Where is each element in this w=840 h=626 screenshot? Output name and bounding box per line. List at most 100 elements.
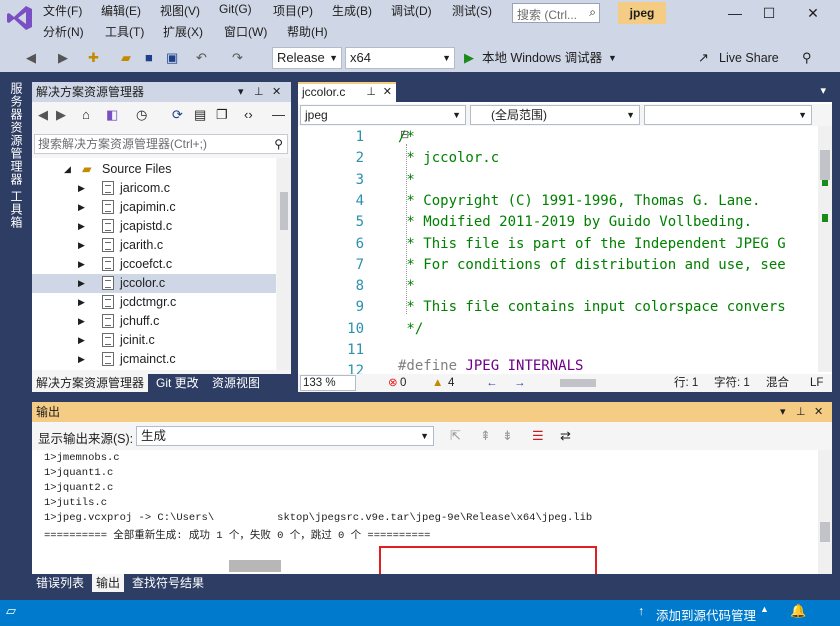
close-button[interactable]: ✕ — [798, 2, 828, 24]
solution-tree-scrollbar[interactable] — [277, 158, 291, 370]
back-icon[interactable]: ◀ — [26, 48, 36, 68]
collapsed-arrow-icon[interactable]: ▶ — [78, 331, 85, 350]
word-wrap-icon[interactable]: ⇄ — [560, 428, 571, 444]
error-icon[interactable]: ⊗ — [388, 374, 398, 392]
preview-icon[interactable]: ‹› — [244, 107, 253, 122]
run-debugger-button[interactable]: 本地 Windows 调试器 — [482, 48, 602, 68]
tab-overflow-icon[interactable]: ▾ — [820, 84, 826, 97]
menu-git[interactable]: Git(G) — [219, 2, 252, 16]
output-scrollbar[interactable] — [818, 450, 832, 574]
collapsed-arrow-icon[interactable]: ▶ — [78, 179, 85, 198]
tree-file-item[interactable]: ▶ jcarith.c — [32, 236, 276, 255]
find-message-icon[interactable]: ⇱ — [450, 428, 461, 444]
collapsed-arrow-icon[interactable]: ▶ — [78, 274, 85, 293]
collapsed-arrow-icon[interactable]: ▶ — [78, 312, 85, 331]
menu-window[interactable]: 窗口(W) — [224, 23, 267, 40]
tree-file-item[interactable]: ▶ jcdctmgr.c — [32, 293, 276, 312]
search-input[interactable]: 搜索 (Ctrl... ⌕ — [512, 3, 600, 23]
line-ending[interactable]: LF — [810, 374, 823, 392]
platform-select[interactable]: x64 ▼ — [345, 47, 455, 69]
zoom-select[interactable]: 133 % — [300, 375, 356, 391]
collapse-all-icon[interactable]: ▤ — [194, 107, 206, 123]
solution-search-input[interactable]: 搜索解决方案资源管理器(Ctrl+;) ⚲ — [34, 134, 288, 154]
tab-resource-view[interactable]: 资源视图 — [208, 374, 264, 392]
properties-icon[interactable]: ― — [272, 107, 285, 122]
code-text[interactable]: #define JPEG_INTERNALS /* * jccolor.c * … — [398, 128, 814, 372]
tree-file-item[interactable]: ▶ jchuff.c — [32, 312, 276, 331]
sync-icon[interactable]: ⟳ — [172, 107, 183, 123]
server-explorer-tab[interactable]: 服务器资源管理器 — [8, 82, 25, 186]
menu-file[interactable]: 文件(F) — [43, 2, 82, 19]
chevron-up-icon[interactable]: ▲ — [760, 604, 769, 614]
tree-file-item[interactable]: ▶ jaricom.c — [32, 179, 276, 198]
run-dropdown-icon[interactable]: ▼ — [608, 48, 617, 68]
pending-changes-icon[interactable]: ◷ — [136, 107, 147, 123]
previous-issue-icon[interactable]: ← — [486, 374, 498, 392]
show-all-files-icon[interactable]: ❐ — [216, 107, 228, 123]
project-scope-select[interactable]: jpeg ▼ — [300, 105, 466, 125]
live-share-button[interactable]: Live Share — [719, 48, 779, 68]
go-to-next-icon[interactable]: ⇟ — [502, 428, 513, 444]
tab-git-changes[interactable]: Git 更改 — [152, 374, 203, 392]
pin-icon[interactable]: ⊥ — [366, 84, 376, 101]
pin-icon[interactable]: ⊥ — [254, 82, 264, 102]
redo-icon[interactable]: ↷ — [232, 48, 243, 68]
editor-scrollbar[interactable] — [818, 126, 832, 372]
tree-file-item[interactable]: ▶ jccoefct.c — [32, 255, 276, 274]
account-icon[interactable]: ⚲ — [802, 48, 812, 68]
scroll-thumb[interactable] — [820, 150, 830, 180]
tab-output[interactable]: 输出 — [92, 574, 125, 592]
back-icon[interactable]: ◀ — [38, 107, 48, 123]
open-folder-icon[interactable]: ▰ — [121, 48, 131, 68]
menu-view[interactable]: 视图(V) — [160, 2, 200, 19]
close-icon[interactable]: ✕ — [814, 402, 823, 422]
close-icon[interactable]: ✕ — [272, 82, 281, 102]
close-icon[interactable]: ✕ — [383, 84, 392, 101]
menu-extensions[interactable]: 扩展(X) — [163, 23, 203, 40]
notification-bell-icon[interactable]: 🔔 — [790, 603, 806, 619]
tree-file-item[interactable]: ▶ jccolor.c — [32, 274, 276, 293]
tree-file-item[interactable]: ▶ jcmainct.c — [32, 350, 276, 369]
go-to-previous-icon[interactable]: ⇞ — [480, 428, 491, 444]
menu-test[interactable]: 测试(S) — [452, 2, 492, 19]
tab-jccolor-c[interactable]: jccolor.c ⊥ ✕ — [298, 82, 396, 102]
chevron-down-icon[interactable]: ▾ — [238, 82, 244, 102]
visual-studio-logo-icon[interactable] — [6, 4, 34, 32]
scroll-thumb[interactable] — [280, 192, 288, 230]
forward-icon[interactable]: ▶ — [56, 107, 66, 123]
menu-build[interactable]: 生成(B) — [332, 2, 372, 19]
tree-file-item[interactable]: ▶ jcinit.c — [32, 331, 276, 350]
tab-error-list[interactable]: 错误列表 — [32, 574, 88, 592]
add-to-source-control[interactable]: 添加到源代码管理 — [656, 605, 756, 624]
tree-file-item[interactable]: ▶ jcapimin.c — [32, 198, 276, 217]
pin-icon[interactable]: ⊥ — [796, 402, 806, 422]
tab-find-symbol-results[interactable]: 查找符号结果 — [128, 574, 208, 592]
expanded-arrow-icon[interactable]: ◢ — [64, 160, 71, 179]
indentation-mode[interactable]: 混合 — [766, 374, 789, 392]
new-item-icon[interactable]: ✚ — [88, 48, 99, 68]
collapsed-arrow-icon[interactable]: ▶ — [78, 236, 85, 255]
collapsed-arrow-icon[interactable]: ▶ — [78, 293, 85, 312]
tree-folder-source-files[interactable]: ◢ ▰ Source Files — [32, 160, 276, 179]
menu-analyze[interactable]: 分析(N) — [43, 23, 84, 40]
undo-icon[interactable]: ↶ — [196, 48, 207, 68]
minimize-button[interactable]: — — [720, 2, 750, 24]
switch-views-icon[interactable]: ◧ — [106, 107, 118, 123]
scroll-thumb[interactable] — [820, 522, 830, 542]
chevron-down-icon[interactable]: ▾ — [780, 402, 786, 422]
menu-debug[interactable]: 调试(D) — [391, 2, 432, 19]
clear-all-icon[interactable]: ☰ — [532, 428, 544, 444]
output-source-select[interactable]: 生成 ▼ — [136, 426, 434, 446]
next-issue-icon[interactable]: → — [514, 374, 526, 392]
forward-icon[interactable]: ▶ — [58, 48, 68, 68]
warning-icon[interactable]: ▲ — [432, 374, 443, 392]
global-scope-select[interactable]: (全局范围) ▼ — [470, 105, 640, 125]
member-select[interactable]: ▼ — [644, 105, 812, 125]
home-icon[interactable]: ⌂ — [82, 107, 90, 122]
tab-solution-explorer[interactable]: 解决方案资源管理器 — [32, 374, 149, 392]
menu-help[interactable]: 帮助(H) — [287, 23, 328, 40]
collapsed-arrow-icon[interactable]: ▶ — [78, 350, 85, 369]
horizontal-scroll-thumb[interactable] — [560, 379, 596, 387]
configuration-select[interactable]: Release ▼ — [272, 47, 342, 69]
save-icon[interactable]: ■ — [145, 48, 153, 68]
